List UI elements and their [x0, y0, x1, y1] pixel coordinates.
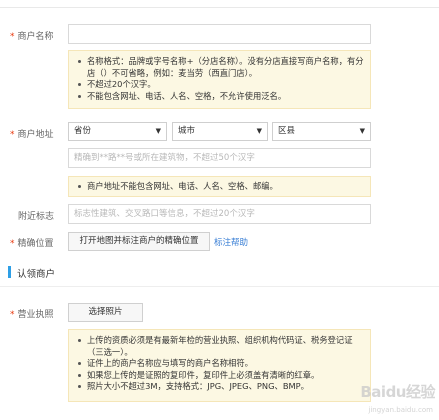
chevron-down-icon: ▼ — [256, 127, 262, 135]
nearby-landmark-label: 附近标志 — [18, 212, 55, 222]
district-select[interactable]: 区县 ▼ — [272, 122, 371, 141]
required-asterisk: * — [10, 130, 15, 140]
city-select[interactable]: 城市 ▼ — [172, 122, 268, 141]
address-detail-input[interactable]: 精确到**路**号或所在建筑物，不超过50个汉字 — [68, 148, 371, 168]
merchant-name-input[interactable] — [68, 24, 371, 44]
notice-item: 不超过20个汉字。 — [77, 79, 364, 91]
merchant-address-notice: 商户地址不能包含网址、电话、人名、空格、邮编。 — [68, 176, 371, 197]
business-license-label: * 营业执照 — [10, 310, 54, 320]
nearby-landmark-input[interactable]: 标志性建筑、交叉路口等信息，不超过20个汉字 — [68, 204, 371, 224]
notice-item: 如果您上传的是证照的复印件，复印件上必须盖有清晰的红章。 — [77, 370, 364, 382]
top-divider — [0, 7, 439, 8]
notice-item: 上传的资质必须是有最新年检的营业执照、组织机构代码证、税务登记证（三选一）。 — [77, 335, 364, 358]
merchant-name-notice: 名称格式：品牌或字号名称+（分店名称）。没有分店直接写商户名称，有分店（）不可省… — [68, 50, 371, 109]
chevron-down-icon: ▼ — [155, 127, 161, 135]
select-photo-button[interactable]: 选择照片 — [68, 303, 143, 322]
province-select[interactable]: 省份 ▼ — [68, 122, 167, 141]
merchant-name-label: * 商户名称 — [10, 32, 54, 42]
section-divider — [0, 286, 439, 287]
location-help-link[interactable]: 标注帮助 — [214, 236, 248, 248]
baidu-watermark: Baidu经验 — [360, 383, 435, 401]
notice-item: 不能包含网址、电话、人名、空格，不允许使用泛名。 — [77, 91, 364, 103]
notice-item: 名称格式：品牌或字号名称+（分店名称）。没有分店直接写商户名称，有分店（）不可省… — [77, 56, 364, 79]
precise-location-label: * 精确位置 — [10, 239, 54, 249]
baidu-watermark-url: jingyan.baidu.com — [368, 406, 433, 414]
notice-item: 证件上的商户名称应与填写的商户名称相符。 — [77, 358, 364, 370]
claim-section-title: 认领商户 — [17, 269, 56, 280]
required-asterisk: * — [10, 239, 15, 249]
required-asterisk: * — [10, 310, 15, 320]
section-accent-bar — [8, 266, 11, 278]
business-license-notice: 上传的资质必须是有最新年检的营业执照、组织机构代码证、税务登记证（三选一）。 证… — [68, 329, 371, 402]
notice-item: 商户地址不能包含网址、电话、人名、空格、邮编。 — [77, 181, 364, 193]
chevron-down-icon: ▼ — [359, 127, 365, 135]
merchant-address-label: * 商户地址 — [10, 130, 54, 140]
open-map-button[interactable]: 打开地图并标注商户的精确位置 — [68, 232, 210, 251]
notice-item: 照片大小不超过3M，支持格式：JPG、JPEG、PNG、BMP。 — [77, 381, 364, 393]
required-asterisk: * — [10, 32, 15, 42]
